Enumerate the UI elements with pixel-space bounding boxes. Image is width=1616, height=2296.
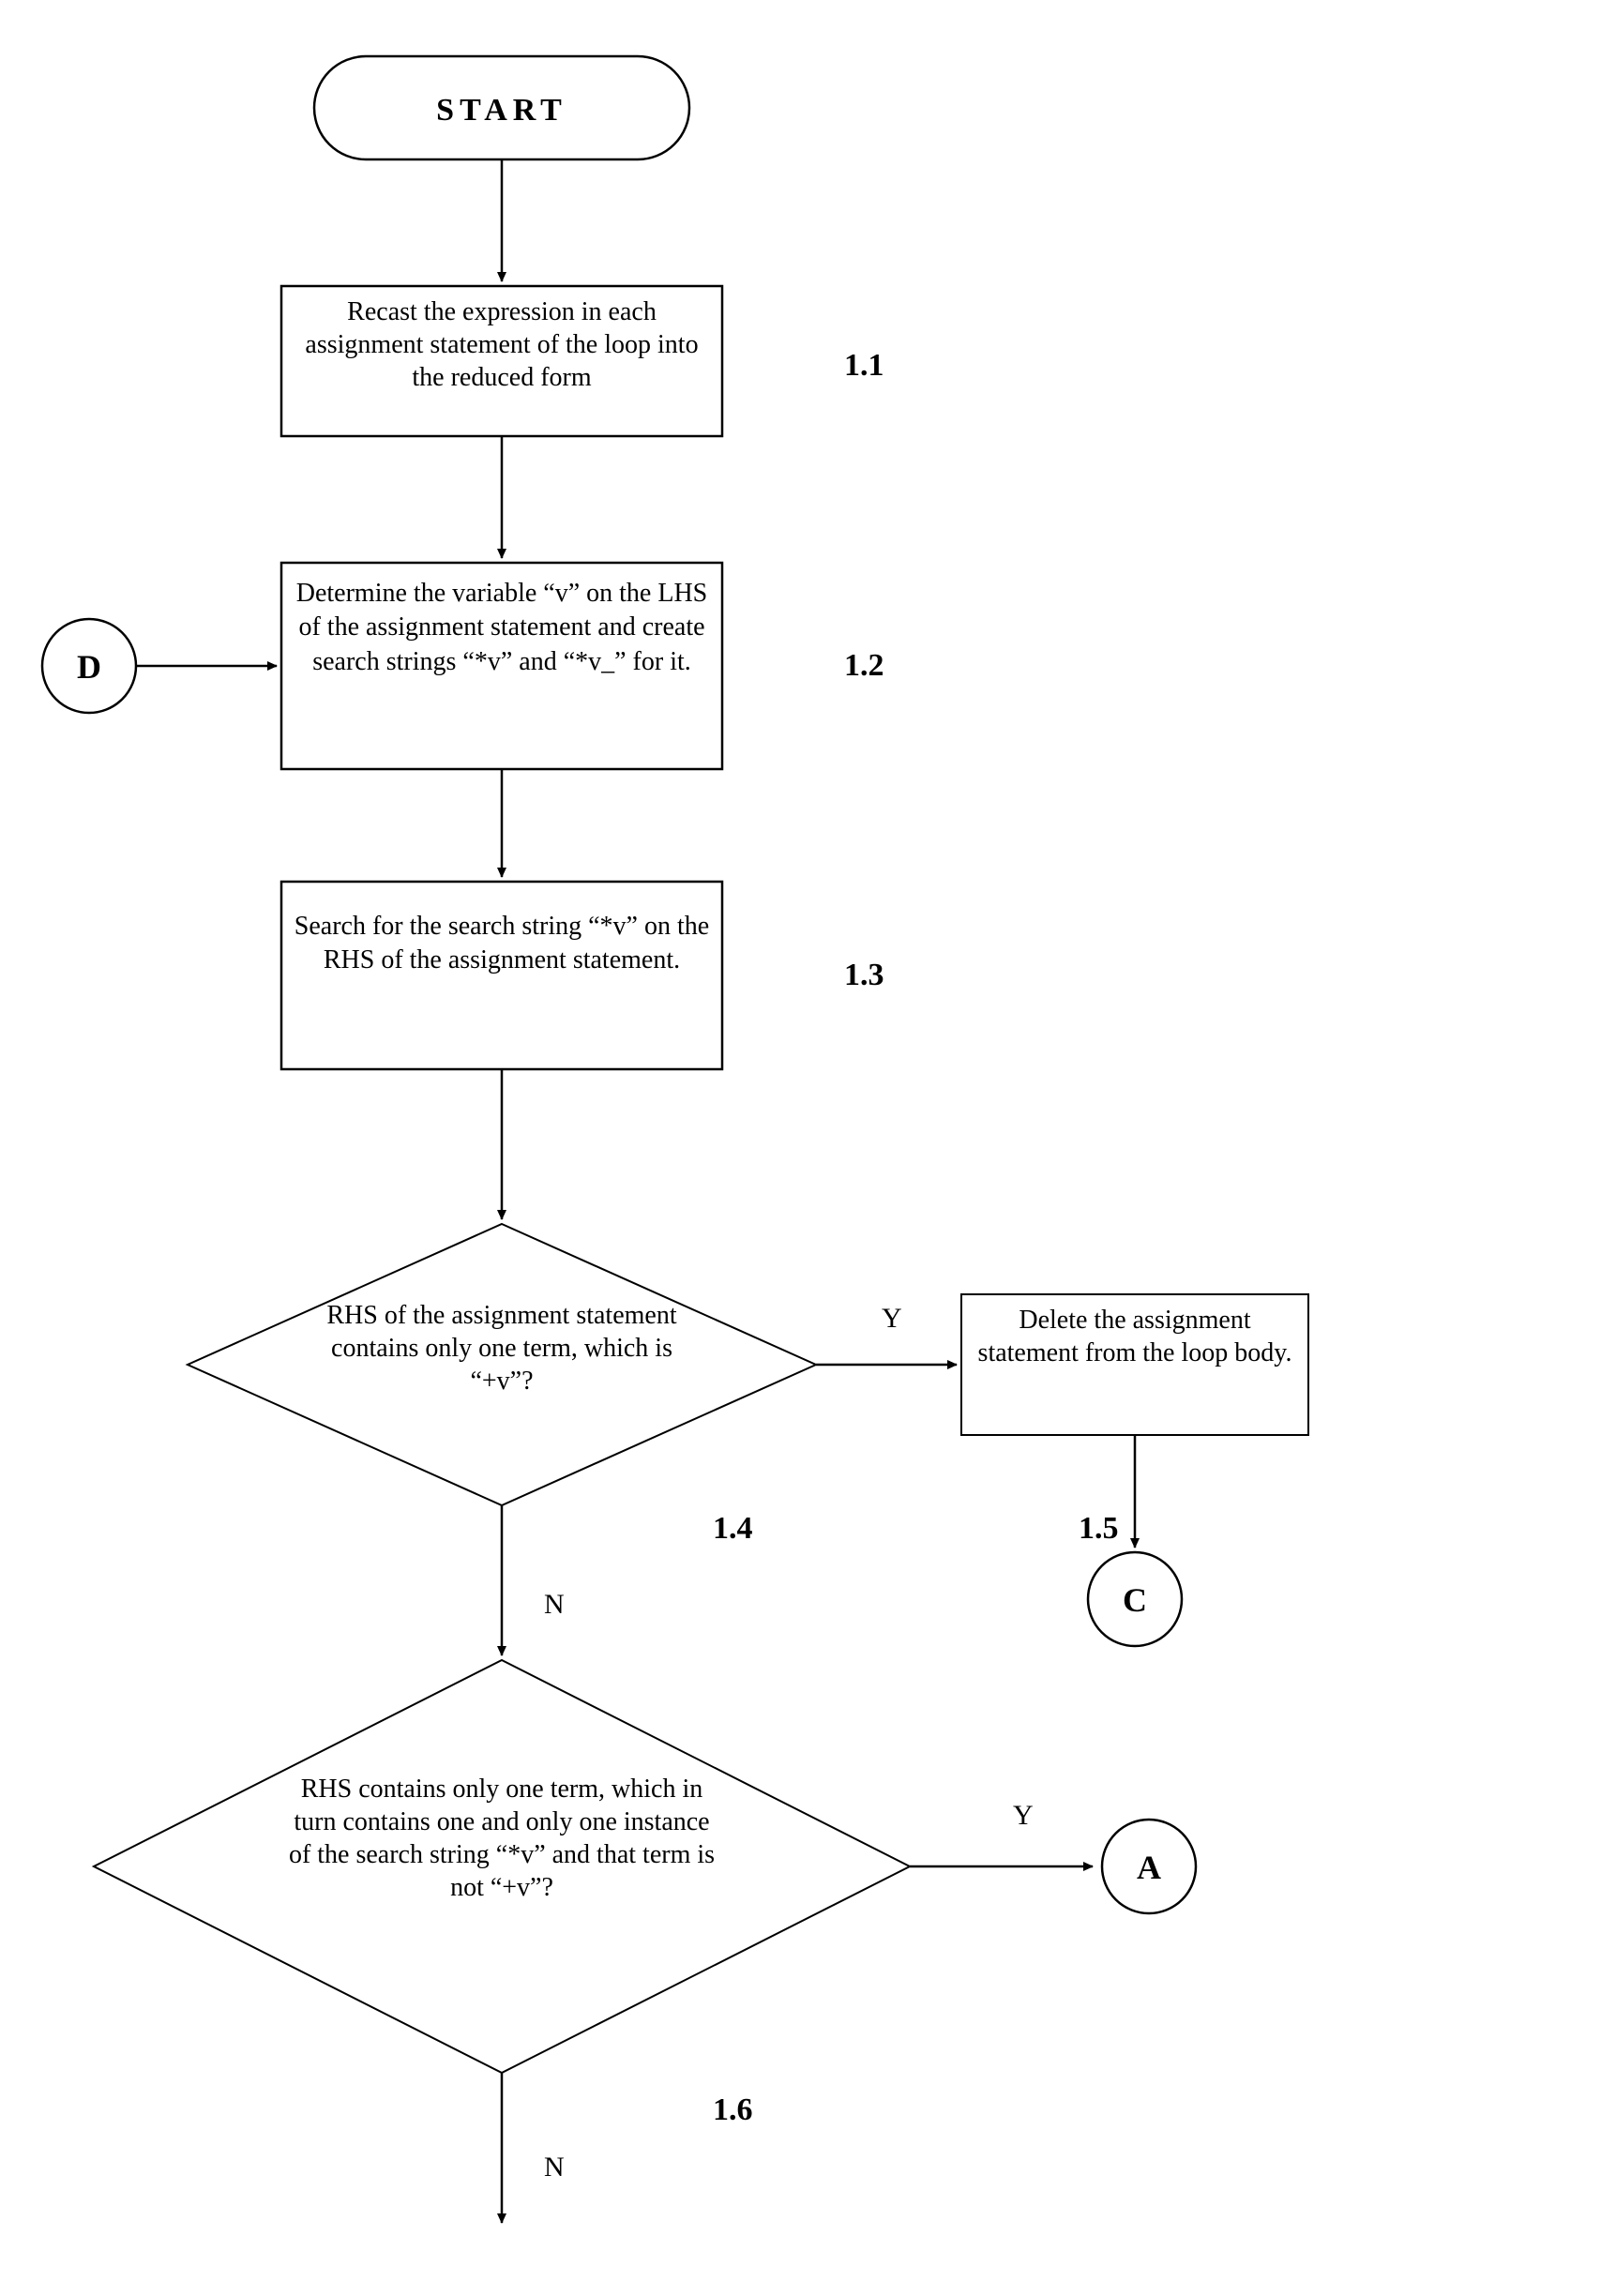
process-1-3-text: Search for the search string “*v” on the… [295, 912, 709, 974]
process-1-3: Search for the search string “*v” on the… [281, 882, 722, 1069]
connector-A-text: A [1137, 1849, 1161, 1886]
process-1-5-text: Delete the assignment statement from the… [978, 1306, 1292, 1367]
label-1-6: 1.6 [713, 2092, 753, 2127]
label-1-4: 1.4 [713, 1511, 753, 1546]
label-1-5: 1.5 [1079, 1511, 1119, 1546]
label-1-2: 1.2 [844, 648, 884, 683]
process-1-1: Recast the expression in each assignment… [281, 286, 722, 436]
connector-D: D [42, 619, 136, 713]
decision-1-6-text: RHS contains only one term, which in tur… [289, 1775, 715, 1902]
connector-D-text: D [77, 648, 101, 686]
process-1-5: Delete the assignment statement from the… [961, 1294, 1308, 1435]
decision-1-4-text: RHS of the assignment statement contains… [326, 1301, 676, 1396]
process-1-2: Determine the variable “v” on the LHS of… [281, 563, 722, 769]
connector-A: A [1102, 1820, 1196, 1913]
start-text: START [436, 93, 567, 128]
label-1-1: 1.1 [844, 348, 884, 383]
connector-C-text: C [1123, 1581, 1147, 1619]
process-1-1-text: Recast the expression in each assignment… [305, 297, 698, 392]
label-1-6-Y: Y [1013, 1800, 1034, 1831]
connector-C: C [1088, 1552, 1182, 1646]
start-node: START [314, 56, 689, 159]
label-1-3: 1.3 [844, 958, 884, 992]
process-1-2-text: Determine the variable “v” on the LHS of… [296, 579, 708, 676]
label-1-6-N: N [544, 2152, 565, 2183]
label-1-4-Y: Y [882, 1303, 902, 1334]
decision-1-4: RHS of the assignment statement contains… [188, 1224, 816, 1505]
label-1-4-N: N [544, 1589, 565, 1620]
decision-1-6: RHS contains only one term, which in tur… [94, 1660, 910, 2073]
